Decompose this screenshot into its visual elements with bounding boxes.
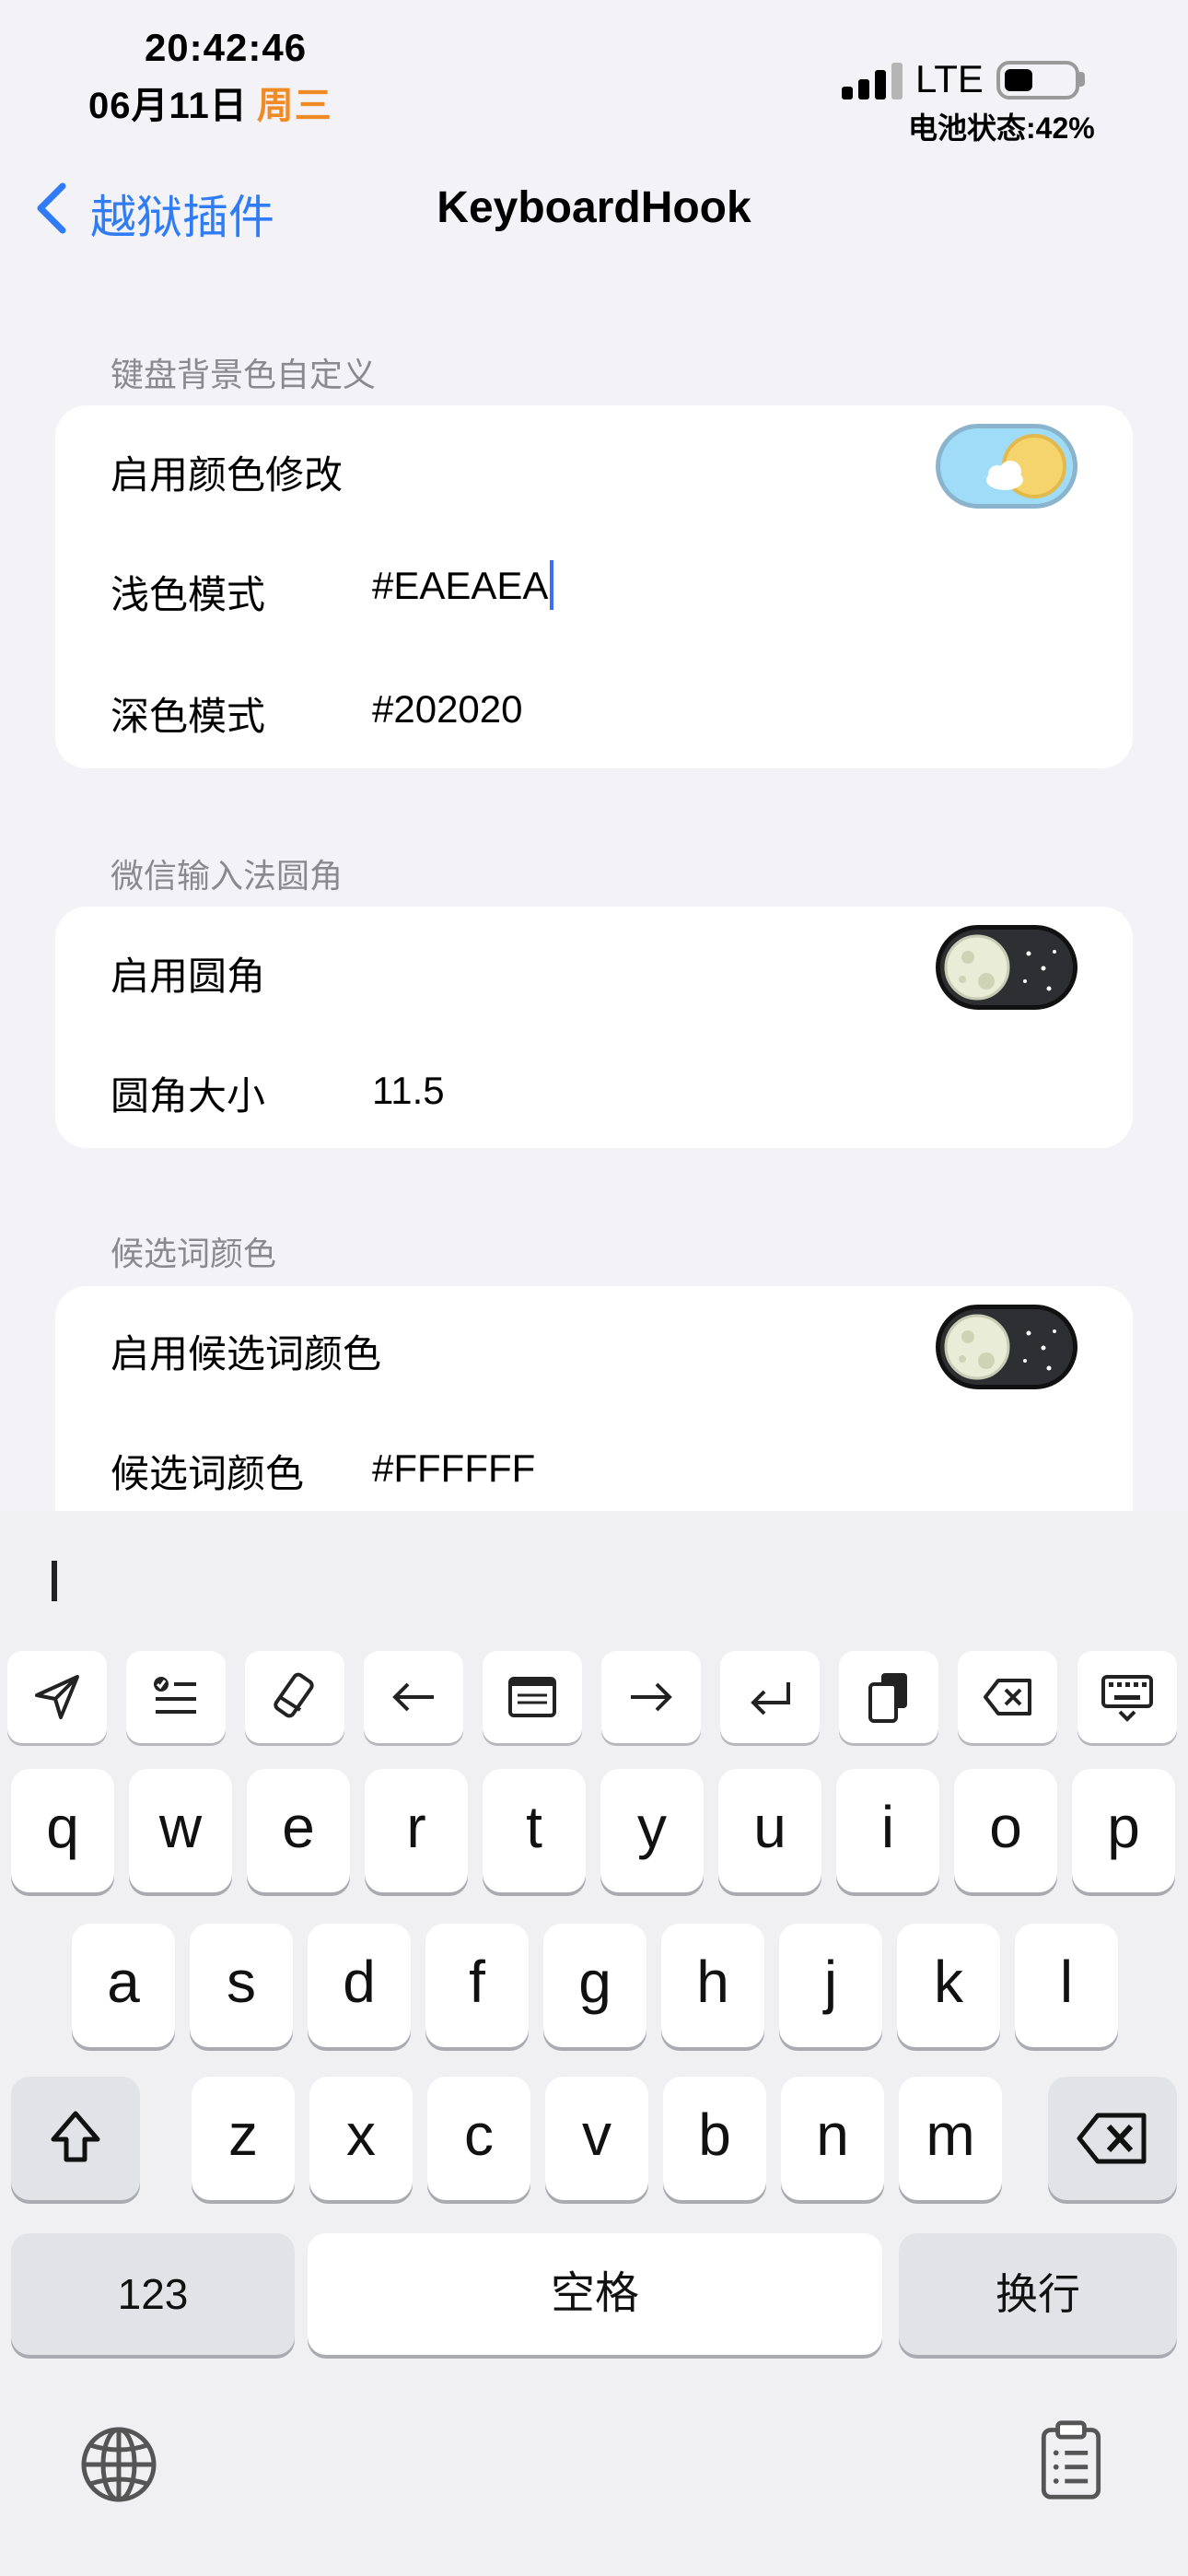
key-g[interactable]: g [543,1924,646,2047]
key-t[interactable]: t [483,1769,586,1892]
battery-icon [996,61,1079,100]
key-s[interactable]: s [190,1924,293,2047]
return-tool-button[interactable] [720,1651,820,1743]
delete-icon [984,1679,1031,1715]
keyboard-hide-button[interactable] [1077,1651,1177,1743]
text-box-icon [508,1677,556,1717]
cellular-signal-icon [842,63,904,100]
battery-cap [1079,72,1085,87]
key-m[interactable]: m [899,2077,1002,2200]
network-type: LTE [915,57,984,100]
key-j[interactable]: j [779,1924,882,2047]
copy-icon [868,1673,907,1723]
eraser-icon [274,1672,314,1718]
backspace-key[interactable] [1048,2077,1177,2200]
arrow-left-icon [392,1682,434,1712]
row-label-enable-corner: 启用圆角 [111,954,266,998]
key-b[interactable]: b [663,2077,766,2200]
battery-fill [1005,69,1032,91]
candidate-bar-cursor [52,1561,57,1601]
key-r[interactable]: r [365,1769,468,1892]
key-f[interactable]: f [425,1924,529,2047]
row-label-enable-candidate: 启用候选词颜色 [111,1332,382,1376]
keyboard-hide-icon [1101,1675,1153,1722]
copy-button[interactable] [839,1651,938,1743]
send-button[interactable] [7,1651,107,1743]
text-box-button[interactable] [483,1651,582,1743]
key-p[interactable]: p [1072,1769,1175,1892]
key-a[interactable]: a [72,1924,175,2047]
status-time: 20:42:46 [144,26,308,69]
moon-stars-icon [944,934,1056,1001]
checklist-button[interactable] [126,1651,226,1743]
status-weekday: 周三 [256,86,332,126]
cursor-right-button[interactable] [601,1651,701,1743]
globe-icon[interactable] [77,2423,160,2506]
sun-cloud-icon [986,434,1066,498]
toggle-enable-candidate[interactable] [936,1305,1077,1389]
numbers-key[interactable]: 123 [11,2233,295,2355]
key-e[interactable]: e [247,1769,350,1892]
key-o[interactable]: o [954,1769,1057,1892]
status-date: 06月11日 周三 [88,76,332,129]
key-w[interactable]: w [129,1769,232,1892]
page-title: KeyboardHook [437,183,751,232]
moon-stars-icon [944,1314,1056,1380]
checklist-icon [154,1677,196,1714]
row-label-light-mode: 浅色模式 [111,573,266,616]
key-k[interactable]: k [897,1924,1000,2047]
cursor-left-button[interactable] [364,1651,463,1743]
row-label-dark-mode: 深色模式 [111,695,266,738]
text-caret [550,560,554,610]
return-icon [751,1682,790,1715]
key-z[interactable]: z [192,2077,295,2200]
delete-tool-button[interactable] [958,1651,1057,1743]
toggle-enable-color[interactable] [936,424,1077,509]
key-x[interactable]: x [309,2077,413,2200]
key-l[interactable]: l [1015,1924,1118,2047]
row-label-corner-size: 圆角大小 [111,1074,266,1118]
row-label-enable-color: 启用颜色修改 [111,453,344,497]
key-n[interactable]: n [781,2077,884,2200]
send-icon [35,1675,79,1719]
toggle-enable-corner[interactable] [936,925,1077,1010]
row-label-candidate-color: 候选词颜色 [111,1452,305,1495]
section-header-candidate-color: 候选词颜色 [111,1235,277,1272]
backspace-icon [1077,2113,1147,2164]
shift-key[interactable] [11,2077,140,2200]
key-u[interactable]: u [718,1769,821,1892]
status-date-text: 06月11日 [88,86,248,126]
key-c[interactable]: c [427,2077,530,2200]
battery-status-text: 电池状态:42% [908,111,1095,145]
clipboard-icon[interactable] [1030,2419,1112,2502]
key-v[interactable]: v [545,2077,648,2200]
light-mode-value: #EAEAEA [372,564,549,608]
arrow-right-icon [631,1682,672,1712]
space-key[interactable]: 空格 [308,2233,882,2355]
key-q[interactable]: q [11,1769,114,1892]
section-header-wechat-corner: 微信输入法圆角 [111,857,344,895]
key-i[interactable]: i [836,1769,939,1892]
light-mode-color-input[interactable]: #EAEAEA [372,560,554,614]
return-key[interactable]: 换行 [899,2233,1177,2355]
candidate-color-input[interactable]: #FFFFFF [372,1446,535,1491]
dark-mode-color-input[interactable]: #202020 [372,687,523,732]
eraser-button[interactable] [245,1651,344,1743]
section-header-keyboard-bg: 键盘背景色自定义 [111,356,377,393]
corner-size-input[interactable]: 11.5 [372,1069,445,1113]
key-h[interactable]: h [661,1924,764,2047]
key-y[interactable]: y [600,1769,704,1892]
key-d[interactable]: d [308,1924,411,2047]
shift-icon [51,2111,100,2162]
